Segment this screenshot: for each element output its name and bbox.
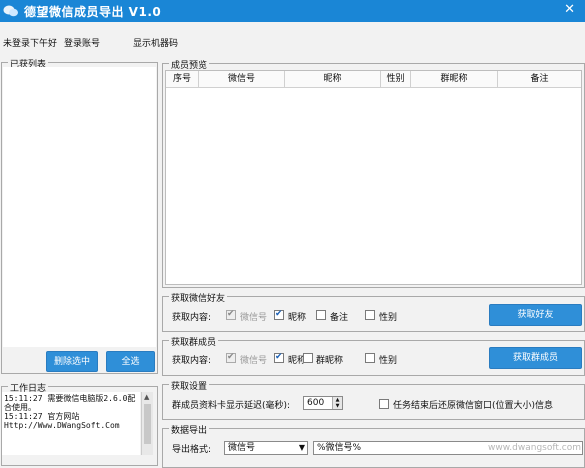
restore-window-checkbox[interactable] (379, 399, 389, 409)
export-format-label: 导出格式: (172, 445, 212, 455)
column-header-remark[interactable]: 备注 (498, 71, 581, 87)
group-content-label: 获取内容: (172, 356, 212, 366)
group-group-nickname-checkbox[interactable] (303, 353, 313, 363)
title-bar[interactable]: 德望微信成员导出 V1.0 ✕ (0, 0, 585, 22)
settings-title: 获取设置 (169, 379, 210, 392)
app-logo-icon (3, 5, 18, 17)
export-format-value: 微信号 (228, 443, 256, 453)
scroll-up-icon[interactable]: ▲ (144, 393, 149, 401)
friends-remark-checkbox[interactable] (316, 310, 326, 320)
member-table-header: 序号 微信号 昵称 性别 群昵称 备注 (166, 71, 581, 88)
group-nickname-checkbox[interactable] (274, 352, 284, 363)
group-gender-checkbox[interactable] (365, 353, 375, 363)
friends-wechat-id-label: 微信号 (240, 313, 268, 323)
work-log[interactable]: 15:11:27 需要微信电脑版2.6.0配 合使用。 15:11:27 官方网… (2, 392, 140, 455)
status-row: 未登录 下午好 登录账号 显示机器码 (0, 36, 585, 50)
friends-content-label: 获取内容: (172, 313, 212, 323)
restore-window-label: 任务结束后还原微信窗口(位置大小)信息 (393, 401, 554, 411)
log-scrollbar[interactable]: ▲ (141, 392, 153, 455)
window-title: 德望微信成员导出 V1.0 (24, 5, 162, 19)
log-line: 15:11:27 需要微信电脑版2.6.0配 (4, 394, 136, 403)
column-header-index[interactable]: 序号 (166, 71, 199, 87)
column-header-group-nickname[interactable]: 群昵称 (411, 71, 498, 87)
spin-down-icon[interactable]: ▼ (332, 403, 342, 409)
export-template-value: %微信号% (317, 443, 362, 453)
delete-selected-button[interactable]: 删除选中 (46, 351, 98, 372)
friends-gender-label: 性别 (379, 313, 398, 323)
close-icon[interactable]: ✕ (564, 2, 575, 17)
export-format-select[interactable]: 微信号 ▼ (224, 441, 308, 455)
log-line: 合使用。 (4, 403, 36, 412)
show-machine-code-link[interactable]: 显示机器码 (133, 36, 178, 49)
get-friends-title: 获取微信好友 (169, 291, 228, 304)
group-wechat-id-checkbox[interactable] (226, 352, 236, 363)
delay-spinbox[interactable]: 600 ▲ ▼ (303, 396, 343, 410)
delay-label: 群成员资料卡显示延迟(毫秒): (172, 401, 291, 411)
scrollbar-thumb[interactable] (144, 404, 151, 444)
friends-remark-label: 备注 (330, 313, 349, 323)
friends-nickname-checkbox[interactable] (274, 309, 284, 320)
column-header-wechat-id[interactable]: 微信号 (199, 71, 285, 87)
get-friends-button[interactable]: 获取好友 (489, 304, 582, 326)
group-wechat-id-label: 微信号 (240, 356, 268, 366)
export-title: 数据导出 (169, 423, 210, 436)
login-status: 未登录 (3, 39, 31, 49)
chevron-down-icon[interactable]: ▼ (299, 442, 305, 454)
delay-value: 600 (307, 398, 325, 408)
log-line: 15:11:27 官方网站 (4, 412, 80, 421)
greeting-text: 下午好 (30, 39, 58, 49)
select-all-button[interactable]: 全选 (106, 351, 155, 372)
log-line: Http://Www.DWangSoft.Com (4, 421, 120, 430)
column-header-gender[interactable]: 性别 (381, 71, 411, 87)
get-group-members-button[interactable]: 获取群成员 (489, 347, 582, 369)
login-account-link[interactable]: 登录账号 (64, 36, 100, 49)
get-group-members-title: 获取群成员 (169, 335, 219, 348)
group-group-nickname-label: 群昵称 (316, 356, 344, 366)
group-gender-label: 性别 (379, 356, 398, 366)
friends-nickname-label: 昵称 (288, 313, 307, 323)
member-table[interactable]: 序号 微信号 昵称 性别 群昵称 备注 (165, 70, 582, 285)
column-header-nickname[interactable]: 昵称 (285, 71, 381, 87)
acquired-list[interactable] (3, 67, 156, 347)
watermark: www.dwangsoft.com (488, 443, 581, 453)
friends-gender-checkbox[interactable] (365, 310, 375, 320)
friends-wechat-id-checkbox[interactable] (226, 309, 236, 320)
